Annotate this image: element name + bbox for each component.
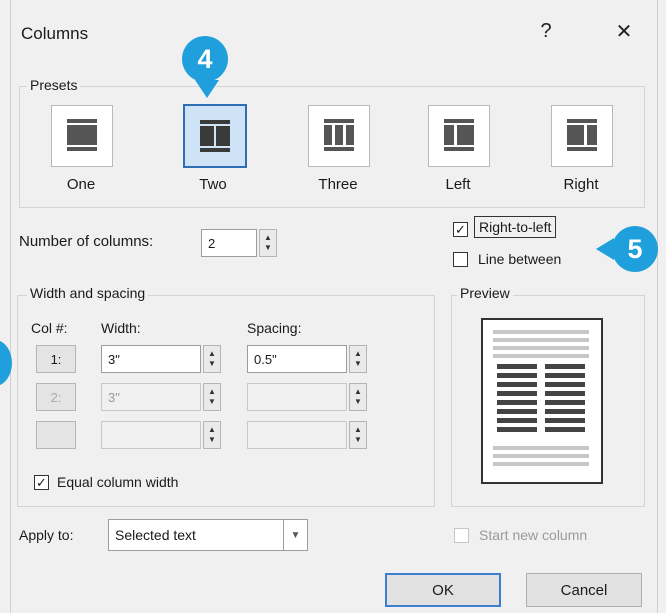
preset-right-label: Right [563, 176, 599, 193]
preset-left-label: Left [445, 176, 471, 193]
col-1-spacing-spinner[interactable]: ▲ ▼ [349, 345, 367, 373]
col-header: Col #: [31, 320, 68, 336]
ok-button[interactable]: OK [385, 573, 501, 607]
width-spacing-label: Width and spacing [27, 285, 149, 301]
col-2-width-input[interactable]: 3" [101, 383, 201, 411]
spin-down-icon: ▼ [264, 243, 272, 252]
col-1-width-input[interactable]: 3" [101, 345, 201, 373]
three-column-icon [324, 119, 354, 151]
help-icon: ? [540, 19, 552, 42]
col-1-spacing-input[interactable]: 0.5" [247, 345, 347, 373]
col-1-button[interactable]: 1: [36, 345, 76, 373]
preset-three-label: Three [318, 176, 358, 193]
number-of-columns-input[interactable]: 2 [201, 229, 257, 257]
spin-up-icon: ▲ [264, 233, 272, 242]
col-2-spacing-spinner[interactable]: ▲ ▼ [349, 383, 367, 411]
col-3-button[interactable] [36, 421, 76, 449]
equal-column-width-checkbox[interactable]: ✓ [34, 475, 49, 490]
callout-5-badge: 5 [612, 226, 658, 272]
chevron-down-icon: ▼ [290, 529, 301, 541]
checkmark-icon: ✓ [36, 475, 47, 490]
right-to-left-checkbox[interactable]: ✓ [453, 222, 468, 237]
dialog-title: Columns [21, 24, 89, 43]
width-header: Width: [101, 320, 141, 336]
apply-to-dropdown-button[interactable]: ▼ [284, 519, 308, 551]
equal-column-width-label: Equal column width [57, 474, 179, 490]
preview-columns-graphic [493, 330, 589, 466]
preset-one-button[interactable] [51, 105, 113, 167]
close-button[interactable]: ✕ [604, 14, 644, 48]
number-of-columns-spinner[interactable]: ▲ ▼ [259, 229, 277, 257]
col-3-spacing-input[interactable] [247, 421, 347, 449]
checkmark-icon: ✓ [455, 222, 466, 237]
preset-two-button[interactable] [183, 104, 247, 168]
preset-one-label: One [66, 176, 96, 193]
apply-to-select[interactable]: Selected text [108, 519, 284, 551]
start-new-column-label: Start new column [479, 527, 588, 543]
preview-label: Preview [457, 285, 513, 301]
close-icon: ✕ [615, 20, 633, 43]
col-3-spacing-spinner[interactable]: ▲ ▼ [349, 421, 367, 449]
preview-page [481, 318, 603, 484]
spacing-header: Spacing: [247, 320, 302, 336]
cancel-button[interactable]: Cancel [526, 573, 642, 607]
columns-dialog: Columns ? ✕ Presets One Two Three Left R… [10, 0, 658, 613]
callout-5-pointer [596, 238, 614, 260]
callout-4-pointer [195, 80, 219, 98]
help-button[interactable]: ? [526, 14, 566, 48]
start-new-column-checkbox[interactable] [454, 528, 469, 543]
right-to-left-label: Right-to-left [474, 216, 557, 238]
presets-label: Presets [27, 77, 81, 93]
apply-to-label: Apply to: [19, 527, 74, 543]
number-of-columns-label: Number of columns: [19, 233, 154, 250]
two-column-icon [200, 120, 230, 152]
line-between-label: Line between [478, 251, 562, 267]
one-column-icon [67, 119, 97, 151]
preset-two-label: Two [199, 176, 227, 193]
left-column-icon [444, 119, 474, 151]
col-2-spacing-input[interactable] [247, 383, 347, 411]
col-2-button[interactable]: 2: [36, 383, 76, 411]
preset-three-button[interactable] [308, 105, 370, 167]
preset-left-button[interactable] [428, 105, 490, 167]
col-1-width-spinner[interactable]: ▲ ▼ [203, 345, 221, 373]
col-3-width-spinner[interactable]: ▲ ▼ [203, 421, 221, 449]
callout-4-badge: 4 [182, 36, 228, 82]
right-column-icon [567, 119, 597, 151]
col-2-width-spinner[interactable]: ▲ ▼ [203, 383, 221, 411]
line-between-checkbox[interactable] [453, 252, 468, 267]
preset-right-button[interactable] [551, 105, 613, 167]
col-3-width-input[interactable] [101, 421, 201, 449]
